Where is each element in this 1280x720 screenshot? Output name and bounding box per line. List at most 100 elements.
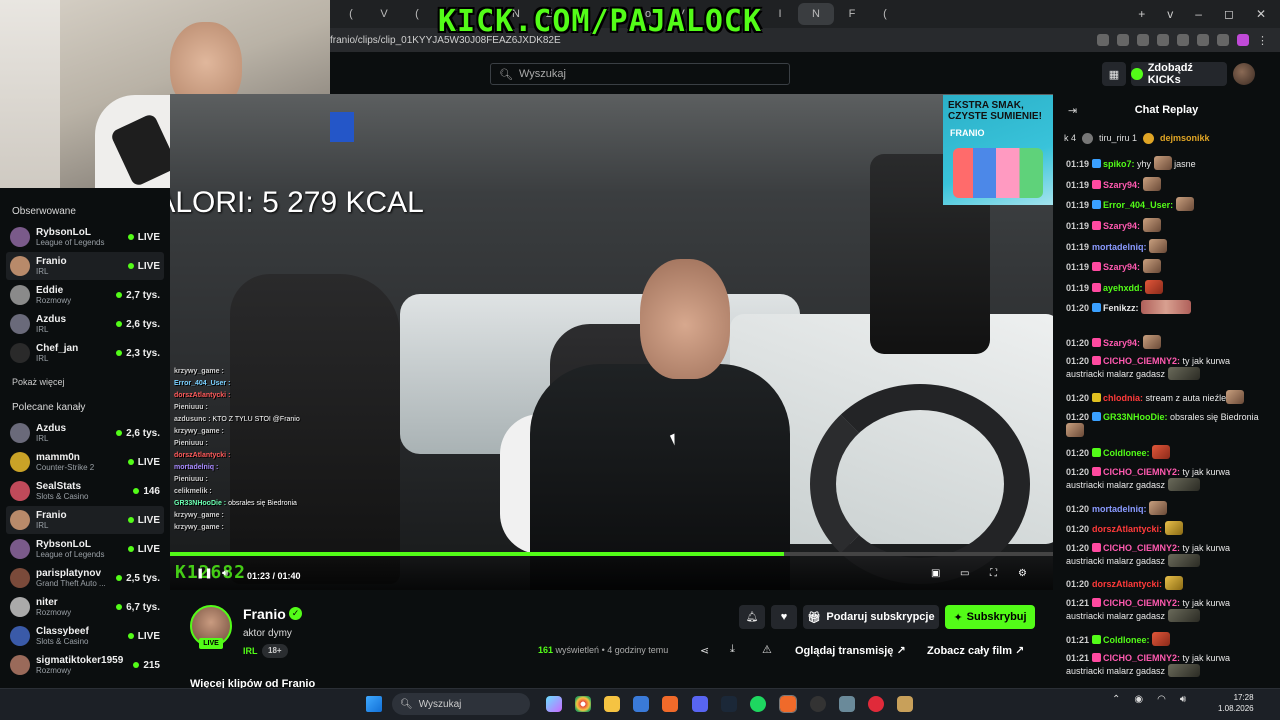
chat-username[interactable]: chlodnia: xyxy=(1103,393,1143,403)
copilot-icon[interactable] xyxy=(546,696,562,712)
layout-toggle-button[interactable]: ▦ xyxy=(1102,62,1126,86)
sidebar-channel[interactable]: mamm0n Counter-Strike 2 LIVE xyxy=(6,448,164,476)
sidebar-channel[interactable]: Franio IRL LIVE xyxy=(6,506,164,534)
steam-icon[interactable] xyxy=(721,696,737,712)
pause-icon[interactable]: ❚❚ xyxy=(196,568,213,579)
collapse-chat-icon[interactable]: ⇥ xyxy=(1068,104,1077,117)
chat-username[interactable]: Coldlonee: xyxy=(1103,635,1150,645)
sidebar-channel[interactable]: Franio IRL LIVE xyxy=(6,252,164,280)
extension-icon[interactable] xyxy=(1137,34,1149,46)
get-kicks-button[interactable]: Zdobądź KICKs xyxy=(1131,62,1227,86)
browser-tab[interactable]: ( xyxy=(870,3,900,25)
sidebar-channel[interactable]: niter Rozmowy 6,7 tys. xyxy=(6,593,164,621)
download-icon[interactable]: ⤓ xyxy=(730,643,735,656)
wifi-icon[interactable]: ◠ xyxy=(1157,694,1166,705)
tray-app-icon[interactable]: ◉ xyxy=(1134,694,1143,705)
watch-stream-link[interactable]: Oglądaj transmisję ↗ xyxy=(795,644,906,657)
browser-tab[interactable]: ( xyxy=(402,3,432,25)
video-player[interactable] xyxy=(170,94,1053,590)
sidebar-channel[interactable]: SealStats Slots & Casino 146 xyxy=(6,477,164,505)
brave-icon[interactable] xyxy=(662,696,678,712)
chat-username[interactable]: GR33NHooDie: xyxy=(1103,412,1168,422)
chat-username[interactable]: CICHO_CIEMNY2: xyxy=(1103,543,1180,553)
sidebar-channel[interactable]: Eddie Rozmowy 2,7 tys. xyxy=(6,281,164,309)
user-avatar[interactable] xyxy=(1233,63,1255,85)
window-control-button[interactable]: – xyxy=(1195,7,1202,21)
channel-name[interactable]: Franio xyxy=(243,606,286,622)
chat-username[interactable]: ayehxdd: xyxy=(1103,283,1143,293)
extension-icon[interactable] xyxy=(1097,34,1109,46)
chat-username[interactable]: CICHO_CIEMNY2: xyxy=(1103,467,1180,477)
window-control-button[interactable]: v xyxy=(1167,7,1173,21)
sidebar-channel[interactable]: Azdus IRL 2,6 tys. xyxy=(6,419,164,447)
share-icon[interactable]: ⋖ xyxy=(700,644,709,657)
sidebar-channel[interactable]: Classybeef Slots & Casino LIVE xyxy=(6,622,164,650)
browser-tab[interactable]: V xyxy=(369,3,399,25)
chat-username[interactable]: Fenikzz: xyxy=(1103,303,1139,313)
chat-username[interactable]: Szary94: xyxy=(1103,180,1140,190)
extension-icon[interactable] xyxy=(1117,34,1129,46)
search-input[interactable]: 🔍︎ Wyszukaj xyxy=(490,63,790,85)
report-warning-icon[interactable]: ⚠ xyxy=(762,643,772,656)
window-control-button[interactable]: + xyxy=(1138,7,1145,21)
app-red-icon[interactable] xyxy=(868,696,884,712)
extension-icon[interactable] xyxy=(1177,34,1189,46)
gift-subscription-button[interactable]: 🎁︎ Podaruj subskrypcje xyxy=(803,605,939,629)
sidebar-channel[interactable]: RybsonLoL League of Legends LIVE xyxy=(6,223,164,251)
miniplayer-icon[interactable]: ▣ xyxy=(931,568,940,579)
taskbar-clock[interactable]: 17:28 1.08.2026 xyxy=(1218,692,1254,714)
browser-tab[interactable]: N xyxy=(798,3,834,25)
chat-username[interactable]: Coldlonee: xyxy=(1103,448,1150,458)
extension-icon[interactable] xyxy=(1237,34,1249,46)
chat-username[interactable]: dorszAtlantycki: xyxy=(1092,579,1162,589)
extension-icon[interactable] xyxy=(1217,34,1229,46)
chat-username[interactable]: Szary94: xyxy=(1103,262,1140,272)
subscribe-button[interactable]: ✦ Subskrybuj xyxy=(945,605,1035,629)
browser-tab[interactable]: ( xyxy=(336,3,366,25)
file-explorer-icon[interactable] xyxy=(604,696,620,712)
discord-icon[interactable] xyxy=(692,696,708,712)
chat-username[interactable]: CICHO_CIEMNY2: xyxy=(1103,598,1180,608)
follow-heart-button[interactable]: ♥ xyxy=(771,605,797,629)
extension-icon[interactable] xyxy=(1157,34,1169,46)
theater-mode-icon[interactable]: ▭ xyxy=(960,568,969,579)
channel-category[interactable]: IRL xyxy=(243,646,258,656)
chat-username[interactable]: mortadelniq: xyxy=(1092,504,1147,514)
notification-bell-button[interactable]: 🔔︎ xyxy=(739,605,765,629)
sidebar-channel[interactable]: parisplatynov Grand Theft Auto ... 2,5 tys… xyxy=(6,564,164,592)
windows-start-icon[interactable] xyxy=(366,696,382,712)
show-more-link[interactable]: Pokaż więcej xyxy=(12,377,65,387)
calculator-icon[interactable] xyxy=(839,696,855,712)
browser-tab[interactable]: F xyxy=(837,3,867,25)
sidebar-channel[interactable]: sigmatiktoker1959 Rozmowy 215 xyxy=(6,651,164,679)
chat-username[interactable]: Error_404_User: xyxy=(1103,200,1173,210)
window-control-button[interactable]: ◻ xyxy=(1224,7,1234,21)
chat-username[interactable]: mortadelniq: xyxy=(1092,242,1147,252)
taskbar-search[interactable]: 🔍︎ Wyszukaj xyxy=(392,693,530,715)
gifter-name[interactable]: dejmsonikk xyxy=(1160,133,1210,143)
spotify-icon[interactable] xyxy=(750,696,766,712)
settings-gear-icon[interactable]: ⚙ xyxy=(1018,568,1027,579)
browser-tab[interactable]: I xyxy=(765,3,795,25)
gifter-name[interactable]: tiru_riru 1 xyxy=(1099,133,1137,143)
sidebar-channel[interactable]: Azdus IRL 2,6 tys. xyxy=(6,310,164,338)
chrome-icon[interactable] xyxy=(575,696,591,712)
fullscreen-icon[interactable]: ⛶ xyxy=(990,568,997,579)
brave-active-icon[interactable] xyxy=(779,695,797,713)
obs-icon[interactable] xyxy=(897,696,913,712)
tray-chevron-icon[interactable]: ⌃ xyxy=(1112,694,1120,705)
age-tag[interactable]: 18+ xyxy=(262,644,288,658)
chat-username[interactable]: CICHO_CIEMNY2: xyxy=(1103,653,1180,663)
extension-icon[interactable] xyxy=(1197,34,1209,46)
watch-full-video-link[interactable]: Zobacz cały film ↗ xyxy=(927,644,1024,657)
speaker-icon[interactable]: 🔊︎ xyxy=(1180,694,1186,705)
chat-username[interactable]: Szary94: xyxy=(1103,338,1140,348)
window-control-button[interactable]: ✕ xyxy=(1256,7,1266,21)
volume-icon[interactable]: 🔊︎ xyxy=(222,568,228,579)
chat-username[interactable]: dorszAtlantycki: xyxy=(1092,524,1162,534)
store-icon[interactable] xyxy=(633,696,649,712)
sidebar-channel[interactable]: RybsonLoL League of Legends LIVE xyxy=(6,535,164,563)
chat-username[interactable]: Szary94: xyxy=(1103,221,1140,231)
chat-username[interactable]: spiko7: xyxy=(1103,159,1135,169)
chat-username[interactable]: CICHO_CIEMNY2: xyxy=(1103,356,1180,366)
